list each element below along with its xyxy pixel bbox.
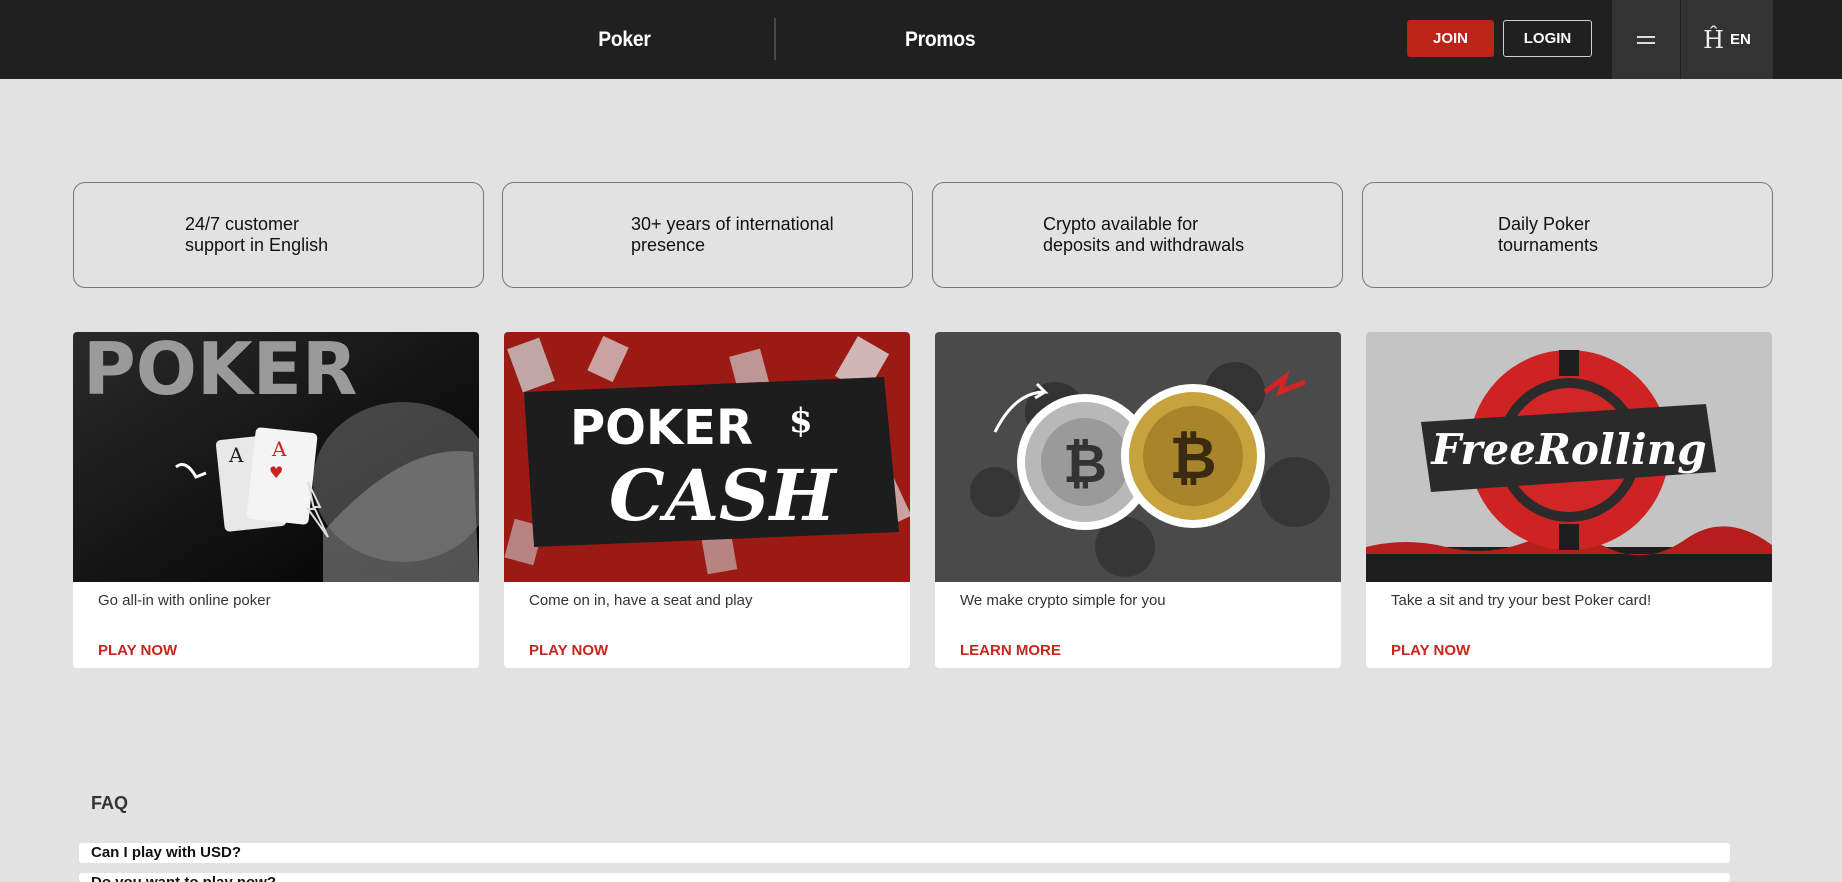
- svg-text:A: A: [228, 443, 244, 467]
- language-label: EN: [1730, 31, 1751, 48]
- top-header: Poker Promos JOIN LOGIN Ĥ EN: [0, 0, 1842, 79]
- poker-cash-title-bottom: CASH: [609, 454, 838, 537]
- poker-banner-image: POKER A A ♥: [73, 332, 479, 582]
- svg-text:₿: ₿: [1063, 432, 1107, 495]
- login-button[interactable]: LOGIN: [1503, 20, 1592, 57]
- join-button[interactable]: JOIN: [1407, 20, 1494, 57]
- faq-item[interactable]: Do you want to play now?: [79, 873, 1730, 882]
- feature-crypto: Crypto available for deposits and withdr…: [932, 182, 1343, 288]
- svg-text:♥: ♥: [269, 463, 283, 482]
- freerolling-title: FreeRolling: [1430, 425, 1706, 474]
- feature-text: Crypto available for deposits and withdr…: [1043, 214, 1245, 255]
- feature-presence: 30+ years of international presence: [502, 182, 913, 288]
- faq-heading: FAQ: [91, 793, 129, 813]
- svg-text:A: A: [271, 437, 287, 461]
- crypto-banner-image: ₿ ₿: [935, 332, 1341, 582]
- freerolling-banner-image: FreeRolling: [1366, 332, 1772, 582]
- language-selector[interactable]: Ĥ EN: [1681, 0, 1773, 79]
- feature-text: 30+ years of international presence: [631, 214, 834, 255]
- poker-cash-banner-image: POKER $ CASH: [504, 332, 910, 582]
- card-crypto[interactable]: ₿ ₿ We make crypto simple for you LEARN …: [935, 332, 1341, 668]
- language-icon: Ĥ: [1703, 25, 1725, 54]
- feature-tournaments: Daily Poker tournaments: [1362, 182, 1773, 288]
- card-description: We make crypto simple for you: [960, 592, 1166, 609]
- play-now-link[interactable]: PLAY NOW: [1391, 642, 1470, 659]
- svg-text:$: $: [789, 401, 813, 441]
- feature-support: 24/7 customer support in English: [73, 182, 484, 288]
- learn-more-link[interactable]: LEARN MORE: [960, 642, 1061, 659]
- faq-item[interactable]: Can I play with USD?: [79, 843, 1730, 863]
- hamburger-menu-icon: [1637, 35, 1655, 44]
- svg-text:₿: ₿: [1169, 424, 1216, 492]
- nav-poker[interactable]: Poker: [598, 0, 651, 79]
- card-description: Take a sit and try your best Poker card!: [1391, 592, 1652, 609]
- card-poker[interactable]: POKER A A ♥ Go all-in with online poker …: [73, 332, 479, 668]
- menu-button[interactable]: [1612, 0, 1680, 79]
- feature-text: 24/7 customer support in English: [185, 214, 329, 255]
- poker-cash-title-top: POKER: [570, 400, 753, 456]
- nav-divider: [774, 18, 776, 60]
- play-now-link[interactable]: PLAY NOW: [98, 642, 177, 659]
- card-freerolling[interactable]: FreeRolling Take a sit and try your best…: [1366, 332, 1772, 668]
- card-description: Come on in, have a seat and play: [529, 592, 753, 609]
- nav-promos[interactable]: Promos: [905, 0, 976, 79]
- card-description: Go all-in with online poker: [98, 592, 271, 609]
- feature-text: Daily Poker tournaments: [1498, 214, 1599, 255]
- card-poker-cash[interactable]: POKER $ CASH Come on in, have a seat and…: [504, 332, 910, 668]
- play-now-link[interactable]: PLAY NOW: [529, 642, 608, 659]
- poker-banner-title: POKER: [83, 332, 357, 411]
